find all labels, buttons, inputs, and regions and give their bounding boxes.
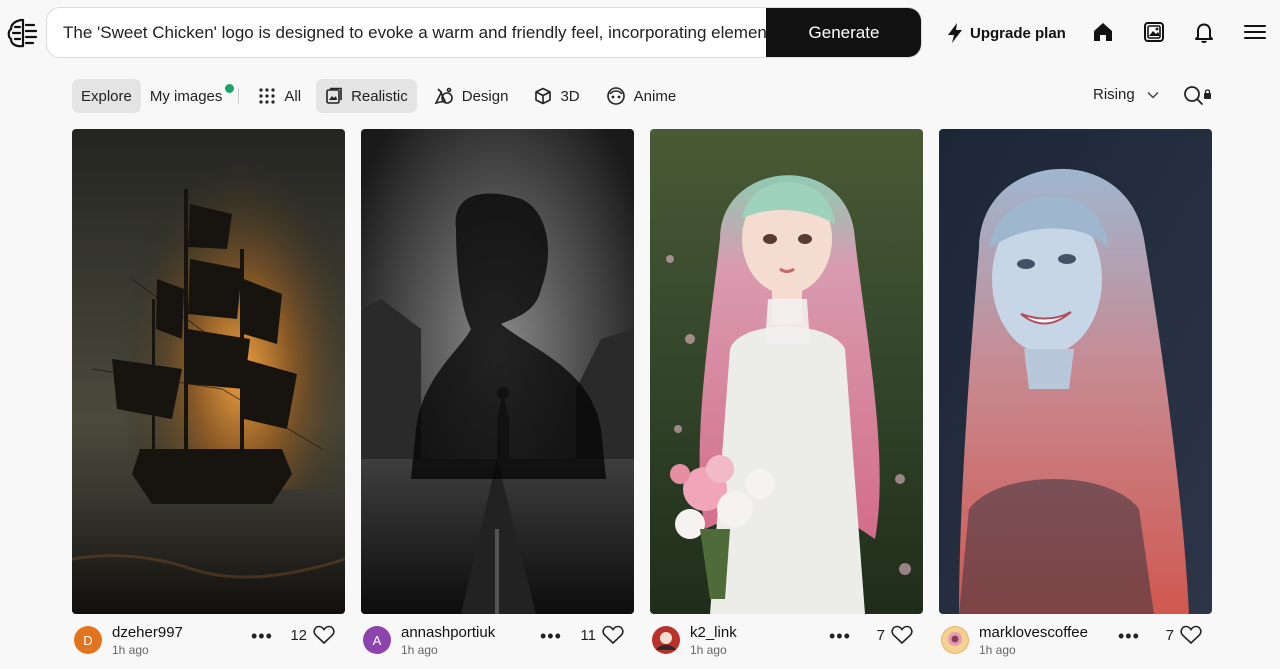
tab-all[interactable]: All (249, 79, 310, 113)
generated-image[interactable] (72, 129, 345, 614)
card-meta: D dzeher997 1h ago ••• 12 (72, 623, 345, 669)
tab-divider (238, 88, 240, 104)
tab-label: Design (461, 87, 509, 105)
avatar-image (653, 627, 679, 653)
tab-label: Anime (633, 87, 677, 105)
image-card[interactable]: marklovescoffee 1h ago ••• 7 (939, 129, 1212, 669)
generate-button[interactable]: Generate (766, 8, 921, 57)
photo-stack-icon (326, 87, 342, 104)
username[interactable]: dzeher997 (112, 624, 183, 641)
tab-label: 3D (560, 87, 580, 105)
card-meta: marklovescoffee 1h ago ••• 7 (939, 623, 1212, 669)
bell-icon[interactable] (1192, 20, 1216, 44)
like-count: 7 (1165, 626, 1174, 644)
more-options-icon[interactable]: ••• (829, 627, 851, 645)
sort-dropdown[interactable]: Rising (1093, 86, 1159, 103)
search-button[interactable] (1183, 85, 1213, 107)
anime-face-icon (606, 87, 625, 105)
card-meta: A annashportiuk 1h ago ••• 11 (361, 623, 634, 669)
heart-icon (1180, 625, 1202, 645)
bolt-icon (948, 23, 962, 43)
timestamp: 1h ago (979, 643, 1016, 657)
search-lock-icon (1184, 86, 1211, 105)
more-options-icon[interactable]: ••• (251, 627, 273, 645)
timestamp: 1h ago (690, 643, 727, 657)
username[interactable]: marklovescoffee (979, 624, 1088, 641)
username[interactable]: k2_link (690, 624, 737, 641)
like-button[interactable]: 7 (877, 625, 913, 645)
gallery-icon[interactable] (1142, 20, 1166, 44)
tab-label: Explore (81, 87, 132, 105)
avatar-letter: D (83, 632, 93, 648)
home-icon[interactable] (1091, 20, 1115, 44)
category-tabs: Explore My images All Realistic Design 3… (72, 79, 685, 113)
heart-icon (313, 625, 335, 645)
tab-design[interactable]: Design (425, 79, 518, 113)
menu-icon[interactable] (1243, 20, 1267, 44)
tab-realistic[interactable]: Realistic (316, 79, 417, 113)
like-button[interactable]: 11 (580, 625, 624, 645)
image-card[interactable]: A annashportiuk 1h ago ••• 11 (361, 129, 634, 669)
tab-my-images[interactable]: My images (141, 79, 237, 113)
avatar[interactable] (652, 626, 680, 654)
like-button[interactable]: 7 (1166, 625, 1202, 645)
timestamp: 1h ago (112, 643, 149, 657)
like-button[interactable]: 12 (290, 625, 335, 645)
grid-icon (259, 88, 275, 104)
upgrade-plan-button[interactable]: Upgrade plan (946, 20, 1066, 46)
tab-label: All (284, 87, 302, 105)
generated-image[interactable] (650, 129, 923, 614)
chevron-down-icon (1147, 91, 1159, 99)
heart-icon (602, 625, 624, 645)
like-count: 7 (876, 626, 885, 644)
card-meta: k2_link 1h ago ••• 7 (650, 623, 923, 669)
new-badge (225, 84, 235, 93)
cube-icon (535, 87, 552, 105)
prompt-input[interactable] (47, 8, 767, 57)
prompt-bar: Generate (46, 7, 922, 58)
tab-label: My images (149, 87, 223, 105)
brain-logo-icon[interactable] (6, 16, 40, 50)
more-options-icon[interactable]: ••• (540, 627, 562, 645)
like-count: 11 (580, 626, 596, 644)
tab-label: Realistic (351, 87, 408, 105)
generated-image[interactable] (939, 129, 1212, 614)
image-card[interactable]: D dzeher997 1h ago ••• 12 (72, 129, 345, 669)
username[interactable]: annashportiuk (401, 624, 495, 641)
image-card[interactable]: k2_link 1h ago ••• 7 (650, 129, 923, 669)
tab-explore[interactable]: Explore (72, 79, 141, 113)
tab-3d[interactable]: 3D (525, 79, 588, 113)
tab-anime[interactable]: Anime (597, 79, 686, 113)
avatar-image (942, 627, 968, 653)
like-count: 12 (290, 626, 307, 644)
avatar[interactable]: D (74, 626, 102, 654)
timestamp: 1h ago (401, 643, 438, 657)
heart-icon (891, 625, 913, 645)
generated-image[interactable] (361, 129, 634, 614)
upgrade-plan-label: Upgrade plan (970, 24, 1066, 42)
design-icon (434, 87, 453, 105)
avatar-letter: A (372, 632, 382, 648)
avatar[interactable]: A (363, 626, 391, 654)
top-bar: Generate Upgrade plan (0, 0, 1280, 66)
avatar[interactable] (941, 626, 969, 654)
sort-label: Rising (1093, 86, 1135, 103)
more-options-icon[interactable]: ••• (1118, 627, 1140, 645)
